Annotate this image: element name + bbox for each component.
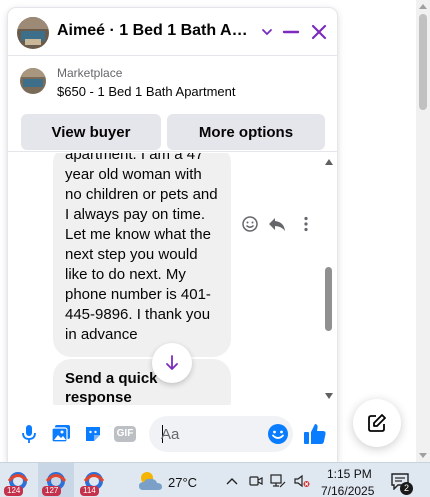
marketplace-listing: Marketplace $650 - 1 Bed 1 Bath Apartmen…	[8, 56, 337, 152]
scroll-up-arrow-icon[interactable]	[419, 4, 427, 9]
message-line: 445-9896. I thank you	[65, 306, 211, 323]
react-emoji-icon[interactable]	[240, 214, 260, 234]
arrow-down-icon	[166, 355, 178, 370]
network-icon[interactable]	[270, 473, 286, 489]
gif-label: GIF	[113, 426, 137, 442]
new-message-button[interactable]	[353, 399, 401, 447]
gif-icon[interactable]: GIF	[113, 422, 137, 446]
message-line: Let me know what the	[65, 226, 211, 243]
photo-icon[interactable]	[49, 422, 73, 446]
volume-muted-icon[interactable]	[294, 473, 310, 489]
windows-taskbar: 124 127 114 27°C 1:15 PM 7/16/2025 2	[0, 462, 430, 497]
message-input[interactable]	[161, 424, 261, 444]
message-line: I always pay on time.	[65, 206, 206, 223]
chevron-up-icon[interactable]	[224, 473, 240, 489]
message-line: next step you would	[65, 246, 198, 263]
message-line: apartment. I am a 47	[65, 153, 204, 163]
partly-cloudy-icon[interactable]	[136, 469, 164, 493]
more-options-button[interactable]: More options	[167, 114, 325, 150]
page-scrollbar[interactable]	[416, 0, 430, 462]
taskbar-app-2[interactable]: 127	[38, 463, 74, 497]
chat-window: Aimeé · 1 Bed 1 Bath Apart... Marketplac…	[8, 8, 337, 462]
app-badge: 124	[4, 486, 24, 496]
clock-time[interactable]: 1:15 PM	[327, 467, 372, 481]
close-icon[interactable]	[307, 20, 331, 44]
message-thread[interactable]: apartment. I am a 47 year old woman with…	[8, 153, 337, 405]
chat-scroll-down-icon[interactable]	[325, 393, 333, 399]
thumbs-up-icon[interactable]	[302, 422, 328, 446]
taskbar-app-3[interactable]: 114	[76, 463, 112, 497]
chat-scroll-thumb[interactable]	[325, 267, 332, 331]
scroll-down-arrow-icon[interactable]	[419, 453, 427, 458]
listing-source: Marketplace	[57, 66, 123, 80]
clock-date[interactable]: 7/16/2025	[321, 484, 374, 497]
message-bubble[interactable]: apartment. I am a 47 year old woman with…	[53, 153, 231, 357]
chevron-down-icon[interactable]	[255, 20, 279, 44]
app-badge: 127	[42, 486, 62, 496]
message-composer: GIF	[8, 408, 337, 462]
meet-now-icon[interactable]	[248, 473, 264, 489]
compose-icon	[368, 414, 386, 432]
quick-response-prompt[interactable]: Send a quick response	[53, 359, 231, 405]
notification-count: 2	[400, 482, 413, 495]
reply-icon[interactable]	[267, 214, 287, 234]
chat-scrollbar[interactable]	[323, 153, 335, 405]
minimize-icon[interactable]	[279, 20, 303, 44]
sticker-icon[interactable]	[81, 422, 105, 446]
message-text: apartment. I am a 47 year old woman with…	[65, 153, 229, 345]
emoji-icon[interactable]	[266, 422, 290, 446]
message-line: year old woman with	[65, 166, 202, 183]
message-line: like to do next. My	[65, 266, 186, 283]
message-line: phone number is 401-	[65, 286, 211, 303]
scroll-to-bottom-button[interactable]	[152, 343, 192, 383]
chat-header[interactable]: Aimeé · 1 Bed 1 Bath Apart...	[8, 8, 337, 56]
microphone-icon[interactable]	[17, 422, 41, 446]
view-buyer-button[interactable]: View buyer	[21, 114, 161, 150]
listing-thumbnail	[20, 68, 46, 94]
message-line: no children or pets and	[65, 186, 218, 203]
more-actions-icon[interactable]	[296, 214, 316, 234]
chat-title[interactable]: Aimeé · 1 Bed 1 Bath Apart...	[57, 22, 257, 40]
page-scroll-thumb[interactable]	[419, 14, 427, 110]
taskbar-app-1[interactable]: 124	[0, 463, 36, 497]
avatar[interactable]	[17, 17, 49, 49]
app-badge: 114	[80, 486, 99, 496]
message-input-wrapper[interactable]	[149, 416, 293, 452]
temperature[interactable]: 27°C	[168, 475, 197, 490]
listing-title: $650 - 1 Bed 1 Bath Apartment	[57, 84, 236, 99]
chat-scroll-up-icon[interactable]	[325, 159, 333, 165]
message-line: in advance	[65, 326, 138, 343]
